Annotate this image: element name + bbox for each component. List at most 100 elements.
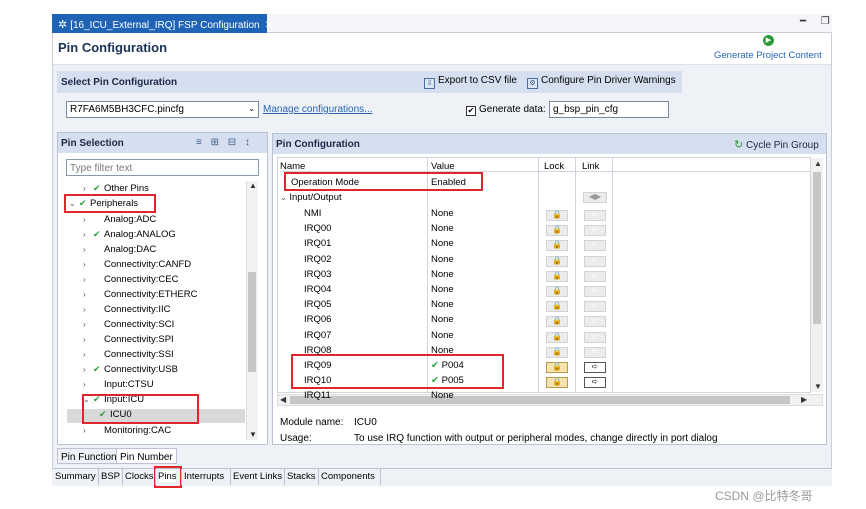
chevron-right-icon[interactable]: ›	[83, 260, 93, 269]
editor-tab[interactable]: ✲ [16_ICU_External_IRQ] FSP Configuration…	[52, 14, 273, 33]
tree-item[interactable]: › Connectivity:ETHERC	[83, 289, 197, 304]
chevron-right-icon[interactable]: ›	[83, 380, 93, 389]
link-button[interactable]: ➪	[584, 316, 606, 328]
tree-item[interactable]: › ✔ Analog:ANALOG	[83, 229, 176, 244]
group-input-output[interactable]: ⌄ Input/Output	[280, 192, 342, 207]
chevron-right-icon[interactable]: ›	[83, 426, 93, 435]
page-tab-event-links[interactable]: Event Links	[233, 471, 282, 482]
pin-row-value[interactable]: None	[431, 284, 454, 299]
close-icon[interactable]: ✕	[265, 20, 273, 31]
pin-row-value[interactable]: None	[431, 330, 454, 345]
tree-item[interactable]: › Analog:DAC	[83, 244, 156, 259]
chevron-right-icon[interactable]: ›	[83, 230, 93, 239]
pin-row-value[interactable]: None	[431, 269, 454, 284]
link-button[interactable]: ➪	[584, 362, 606, 373]
lock-button[interactable]: 🔒	[546, 210, 568, 221]
configure-warnings-button[interactable]: ⚙ Configure Pin Driver Warnings	[527, 75, 676, 89]
link-button[interactable]: ➪	[584, 225, 606, 237]
play-icon[interactable]: ▶	[763, 35, 774, 46]
scroll-up-icon[interactable]: ▲	[249, 181, 257, 190]
export-csv-button[interactable]: ⇩ Export to CSV file	[424, 75, 517, 89]
chevron-down-icon[interactable]: ⌄	[280, 193, 287, 202]
tab-pin-function[interactable]: Pin Function	[57, 448, 121, 464]
checkbox-icon[interactable]: ✔	[466, 106, 476, 116]
tree-item[interactable]: › Connectivity:CANFD	[83, 259, 191, 274]
chevron-right-icon[interactable]: ›	[83, 320, 93, 329]
scroll-left-icon[interactable]: ◀	[280, 395, 286, 404]
lock-button[interactable]: 🔒	[546, 331, 568, 343]
chevron-right-icon[interactable]: ›	[83, 335, 93, 344]
link-button[interactable]: ➪	[584, 255, 606, 267]
grid-hscrollbar-thumb[interactable]	[290, 396, 790, 404]
tree-item[interactable]: › Connectivity:CEC	[83, 274, 178, 289]
pin-row-value[interactable]: None	[431, 390, 454, 405]
page-tab-clocks[interactable]: Clocks	[125, 471, 154, 482]
pin-row-value[interactable]: ✔ P004	[431, 360, 464, 375]
tree-scrollbar-thumb[interactable]	[248, 272, 256, 372]
tree-item[interactable]: › Analog:ADC	[83, 214, 156, 229]
chevron-right-icon[interactable]: ›	[83, 350, 93, 359]
page-tab-pins[interactable]: Pins	[158, 471, 177, 482]
chevron-right-icon[interactable]: ›	[83, 365, 93, 374]
link-button[interactable]: ➪	[584, 286, 606, 297]
scroll-down-icon[interactable]: ▼	[249, 430, 257, 439]
tree-item[interactable]: › Monitoring:CAC	[83, 425, 171, 440]
generate-project-content-button[interactable]: Generate Project Content	[714, 50, 822, 61]
link-button[interactable]: ➪	[584, 240, 606, 252]
pincfg-file-select[interactable]: R7FA6M5BH3CFC.pincfg ⌄	[66, 101, 259, 118]
pin-row-value[interactable]: None	[431, 254, 454, 269]
pin-row-value[interactable]: ✔ P005	[431, 375, 464, 390]
page-tab-stacks[interactable]: Stacks	[287, 471, 316, 482]
tree-item[interactable]: › Connectivity:SSI	[83, 349, 174, 364]
tree-item[interactable]: › ✔ Connectivity:USB	[83, 364, 178, 379]
pin-row-value[interactable]: None	[431, 345, 454, 360]
lock-button[interactable]: 🔒	[546, 255, 568, 267]
tab-pin-number[interactable]: Pin Number	[116, 448, 177, 464]
scroll-right-icon[interactable]: ▶	[801, 395, 807, 404]
pin-row-value[interactable]: None	[431, 238, 454, 253]
link-button[interactable]: ➪	[584, 301, 606, 313]
scroll-up-icon[interactable]: ▲	[814, 159, 822, 168]
cycle-pin-group-button[interactable]: ↻ Cycle Pin Group	[734, 138, 819, 151]
chevron-right-icon[interactable]: ›	[83, 245, 93, 254]
lock-button[interactable]: 🔒	[546, 286, 568, 297]
page-tab-components[interactable]: Components	[321, 471, 375, 482]
tree-item[interactable]: › Connectivity:SPI	[83, 334, 174, 349]
chevron-right-icon[interactable]: ›	[83, 290, 93, 299]
page-tab-summary[interactable]: Summary	[55, 471, 96, 482]
link-button[interactable]: ➪	[584, 210, 606, 221]
scroll-down-icon[interactable]: ▼	[814, 382, 822, 391]
lock-button[interactable]: 🔒	[546, 346, 568, 358]
lock-button[interactable]: 🔒	[546, 270, 568, 282]
tree-item[interactable]: › Connectivity:IIC	[83, 304, 171, 319]
lock-button[interactable]: 🔒	[546, 225, 568, 237]
tree-item[interactable]: › Connectivity:SCI	[83, 319, 174, 334]
generate-data-checkbox[interactable]: ✔ Generate data:	[466, 104, 546, 116]
lock-button[interactable]: 🔒	[546, 316, 568, 328]
page-tab-interrupts[interactable]: Interrupts	[184, 471, 224, 482]
lock-button[interactable]: 🔒	[546, 240, 568, 252]
link-button[interactable]: ➪	[584, 331, 606, 343]
link-button[interactable]: ➪	[584, 346, 606, 358]
pin-row-value[interactable]: None	[431, 299, 454, 314]
grid-scrollbar-thumb[interactable]	[813, 172, 821, 324]
lock-button[interactable]: 🔒	[546, 377, 568, 389]
link-pair-button[interactable]: ◀▶	[583, 192, 607, 203]
pin-row-value[interactable]: None	[431, 223, 454, 238]
chevron-right-icon[interactable]: ›	[83, 305, 93, 314]
pin-row-value[interactable]: None	[431, 314, 454, 329]
chevron-right-icon[interactable]: ›	[83, 275, 93, 284]
page-tab-bsp[interactable]: BSP	[101, 471, 120, 482]
lock-button[interactable]: 🔒	[546, 301, 568, 313]
pin-row-value[interactable]: None	[431, 208, 454, 223]
generate-data-field[interactable]: g_bsp_pin_cfg	[549, 101, 669, 118]
lock-button[interactable]: 🔒	[546, 362, 568, 373]
chevron-right-icon[interactable]: ›	[83, 215, 93, 224]
window-controls[interactable]: ━ ❐	[800, 16, 836, 27]
link-button[interactable]: ➪	[584, 377, 606, 389]
link-button[interactable]: ➪	[584, 270, 606, 282]
tree-item[interactable]: › Input:CTSU	[83, 379, 154, 394]
chevron-right-icon[interactable]: ›	[83, 184, 93, 193]
filter-input[interactable]: Type filter text	[66, 159, 259, 176]
manage-configurations-link[interactable]: Manage configurations...	[263, 104, 373, 115]
